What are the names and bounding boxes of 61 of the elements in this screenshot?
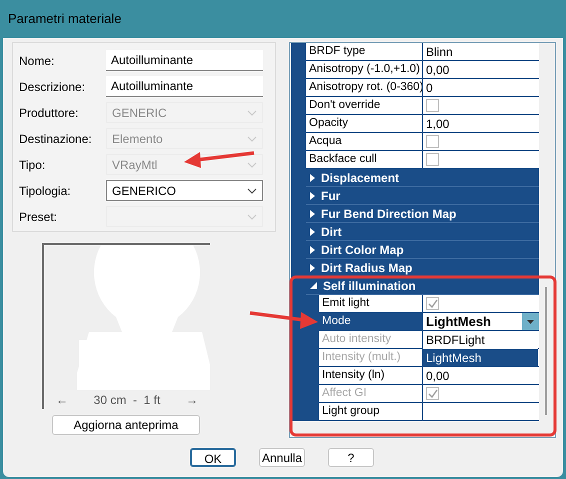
scale-label: 30 cm - 1 ft: [94, 392, 160, 408]
property-name: BRDF type: [306, 43, 423, 61]
dialog-button[interactable]: OK: [190, 448, 236, 467]
window-title: Parametri materiale: [8, 10, 122, 28]
arrow-drawing: [250, 311, 318, 329]
expand-triangle-icon: [310, 210, 315, 218]
category-row[interactable]: Fur Bend Direction Map: [306, 205, 539, 223]
property-name: Opacity: [306, 115, 423, 133]
expand-triangle-icon: [310, 192, 315, 200]
checkbox[interactable]: [426, 99, 439, 112]
field-label: Produttore:: [19, 104, 80, 122]
scrollbar[interactable]: [545, 287, 547, 415]
property-name: Intensity (mult.): [319, 349, 423, 367]
input-field[interactable]: Autoilluminante: [106, 76, 263, 97]
arrow-drawing: [184, 151, 254, 168]
dropdown-option[interactable]: LightMesh: [423, 349, 538, 367]
property-name: Intensity (ln): [319, 367, 423, 385]
property-name: Backface cull: [306, 151, 423, 169]
chevron-icon: [247, 188, 257, 194]
property-name: Don't override: [306, 97, 423, 115]
field-label: Tipologia:: [19, 182, 72, 200]
property-value: 1,00: [426, 116, 450, 132]
expand-triangle-icon: [310, 246, 315, 254]
chevron-icon: [247, 136, 257, 142]
property-name: Acqua: [306, 133, 423, 151]
category-row[interactable]: Dirt Color Map: [306, 241, 539, 259]
expand-triangle-icon: [310, 228, 315, 236]
property-value: 0,00: [426, 368, 450, 384]
dialog-button[interactable]: Annulla: [259, 448, 305, 467]
property-value: 0,00: [426, 62, 450, 78]
checkbox[interactable]: [426, 297, 439, 310]
checkbox[interactable]: [426, 135, 439, 148]
property-name: Emit light: [319, 295, 423, 313]
property-value: Blinn: [426, 44, 453, 60]
category-row[interactable]: Dirt: [306, 223, 539, 241]
category-row[interactable]: Fur: [306, 187, 539, 205]
left-arrow[interactable]: ←: [56, 390, 68, 408]
dropdown-field[interactable]: GENERICO: [106, 180, 263, 201]
checkbox[interactable]: [426, 153, 439, 166]
collapse-triangle-icon: [310, 282, 317, 289]
property-name: Light group: [319, 403, 423, 421]
field-label: Descrizione:: [19, 78, 86, 96]
category-row[interactable]: Dirt Radius Map: [306, 259, 539, 277]
input-field[interactable]: Autoilluminante: [106, 50, 263, 71]
category-row[interactable]: Displacement: [306, 169, 539, 187]
property-value: 0: [426, 80, 433, 96]
property-name: Affect GI: [319, 385, 423, 403]
chevron-icon: [247, 110, 257, 116]
chevron-icon: [247, 214, 257, 220]
field-label: Nome:: [19, 52, 56, 70]
chevron-icon: [247, 162, 257, 168]
field-label: Destinazione:: [19, 130, 93, 148]
dialog-button[interactable]: ?: [328, 448, 374, 467]
expand-triangle-icon: [310, 174, 315, 182]
expand-triangle-icon: [310, 264, 315, 272]
property-name: Auto intensity: [319, 331, 423, 349]
update-preview-button[interactable]: Aggiorna anteprima: [52, 415, 200, 435]
field-label: Preset:: [19, 208, 58, 226]
property-name: Anisotropy (-1.0,+1.0): [306, 61, 423, 79]
right-arrow[interactable]: →: [186, 390, 198, 408]
field-label: Tipo:: [19, 156, 46, 174]
